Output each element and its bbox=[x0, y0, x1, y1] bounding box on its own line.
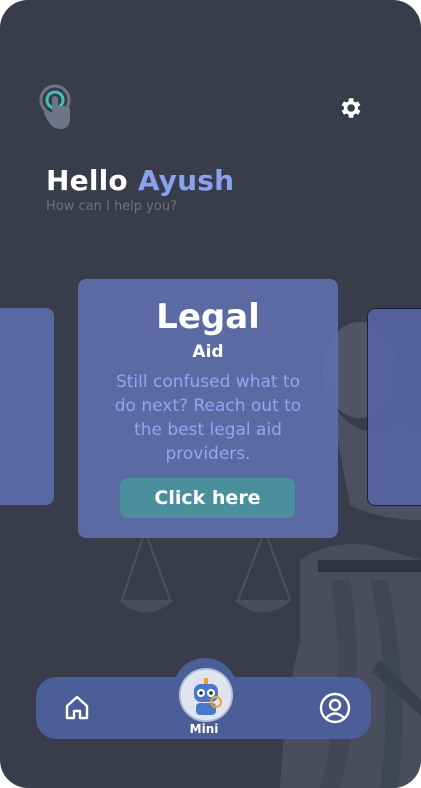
card-description: Still confused what to do next? Reach ou… bbox=[114, 372, 302, 464]
gear-icon[interactable] bbox=[337, 95, 363, 121]
card-subtitle: Aid bbox=[192, 342, 224, 362]
click-here-button[interactable]: Click here bbox=[120, 478, 295, 518]
user-name: Ayush bbox=[137, 164, 235, 197]
card-title: Legal bbox=[156, 297, 260, 337]
home-icon[interactable] bbox=[63, 693, 91, 721]
legal-aid-card: Legal Aid Still confused what to do next… bbox=[78, 279, 338, 538]
app-screen: Hello Ayush How can I help you? Legal Ai… bbox=[0, 0, 421, 788]
robot-avatar-icon bbox=[182, 671, 230, 719]
greeting-heading: Hello Ayush bbox=[46, 164, 234, 197]
carousel-card-prev[interactable] bbox=[0, 308, 54, 505]
greeting-subtitle: How can I help you? bbox=[46, 199, 177, 214]
user-circle-icon[interactable] bbox=[319, 692, 351, 724]
mini-assistant-button[interactable] bbox=[179, 668, 233, 722]
carousel-card-next[interactable] bbox=[367, 308, 421, 506]
mini-label: Mini bbox=[189, 722, 219, 736]
greeting-hello: Hello bbox=[46, 164, 128, 197]
touch-hand-icon[interactable] bbox=[38, 84, 74, 130]
